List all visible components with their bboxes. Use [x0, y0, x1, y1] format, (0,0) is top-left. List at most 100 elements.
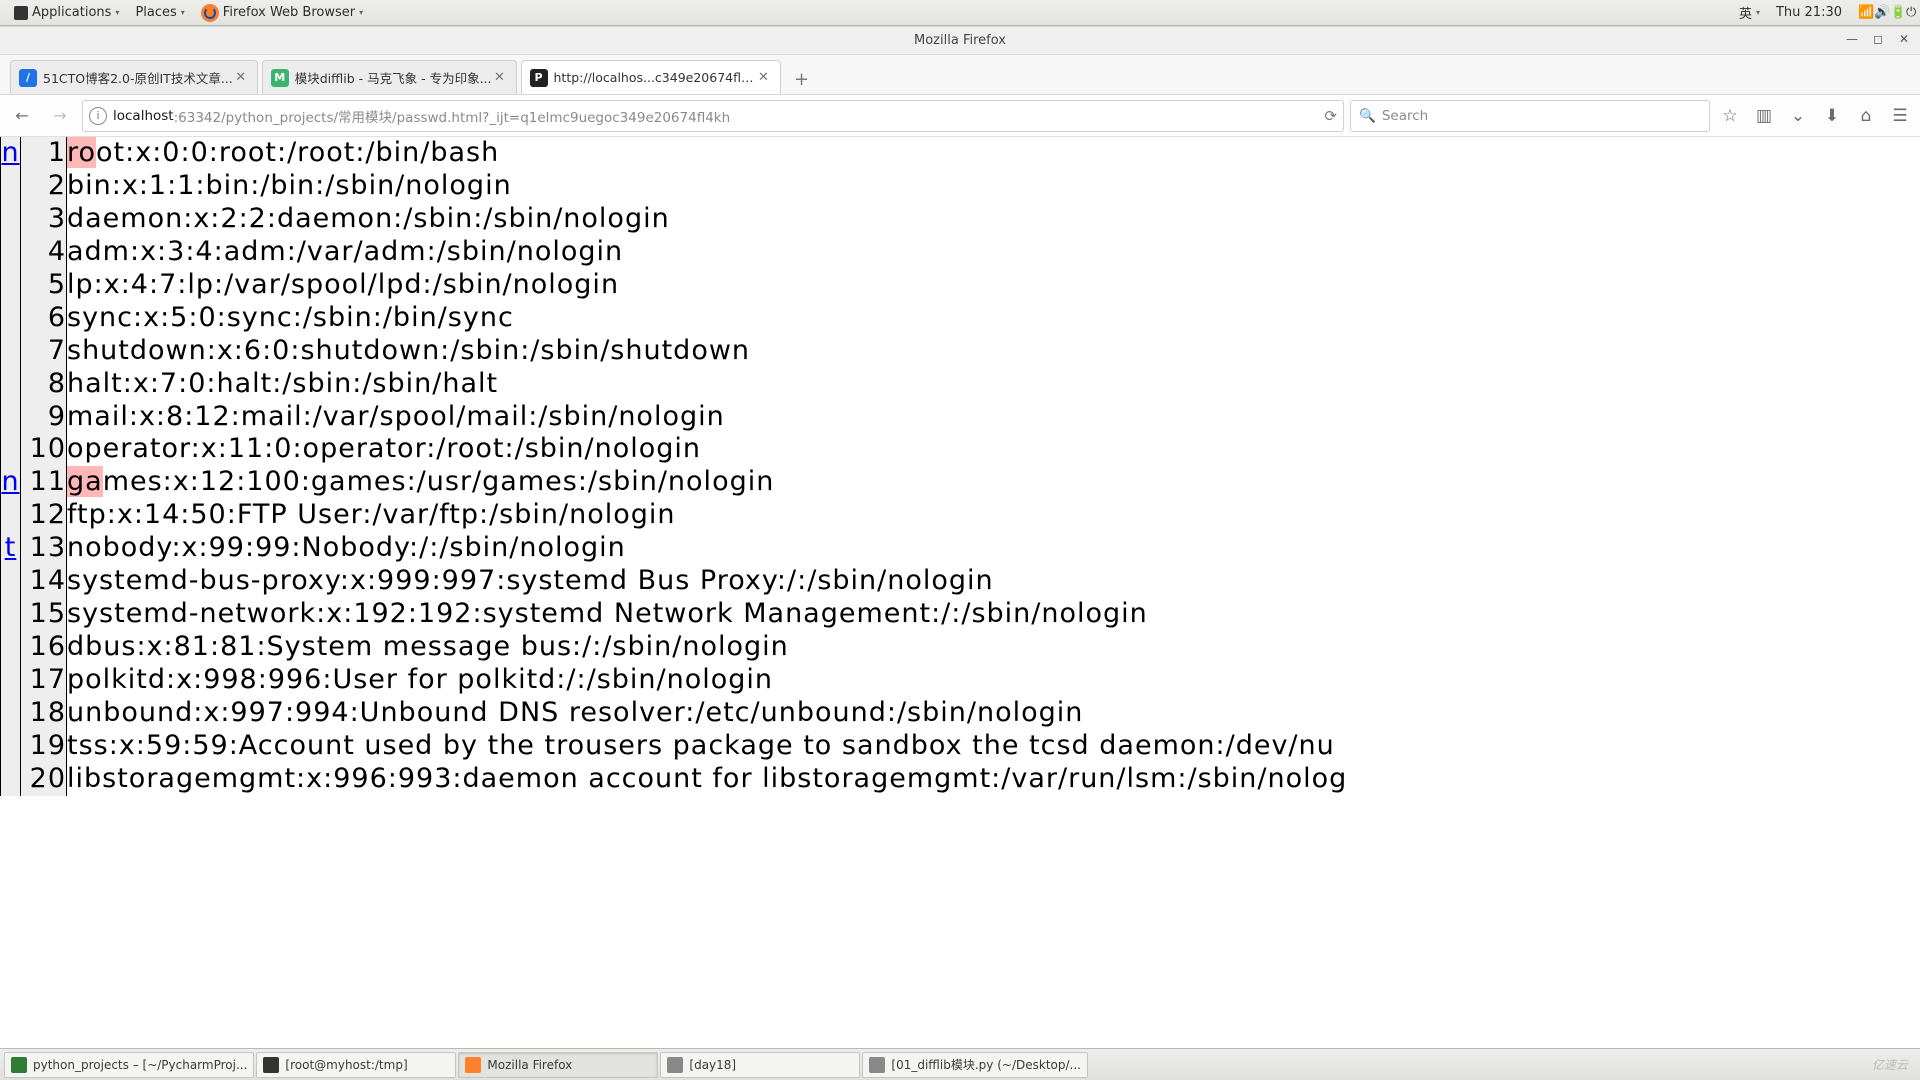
clock[interactable]: Thu 21:30 [1768, 0, 1850, 25]
diff-marker [1, 631, 21, 664]
input-method-indicator[interactable]: 英 ▾ [1731, 0, 1768, 25]
line-text: dbus:x:81:81:System message bus:/:/sbin/… [67, 631, 1920, 664]
back-button[interactable]: ← [6, 100, 38, 132]
reload-button[interactable]: ⟳ [1324, 107, 1337, 125]
line-text: operator:x:11:0:operator:/root:/sbin/nol… [67, 433, 1920, 466]
tab-label: http://localhos...c349e20674fl4kh [554, 70, 756, 85]
diff-nav-link[interactable]: n [1, 137, 19, 168]
diff-marker [1, 203, 21, 236]
task-icon [869, 1057, 885, 1073]
firefox-icon [201, 4, 219, 22]
diff-marker [1, 170, 21, 203]
library-button[interactable]: ▥ [1750, 102, 1778, 130]
battery-icon[interactable]: 🔋 [1882, 0, 1898, 25]
task-label: [01_difflib模块.py (~/Desktop/... [891, 1056, 1081, 1073]
chevron-down-icon: ▾ [359, 8, 363, 17]
line-number: 6 [21, 302, 67, 335]
places-menu[interactable]: Places ▾ [127, 0, 192, 25]
task-label: [root@myhost:/tmp] [285, 1058, 449, 1072]
diff-row: n1root:x:0:0:root:/root:/bin/bash [1, 137, 1920, 170]
tab-favicon: P [530, 69, 548, 87]
forward-button[interactable]: → [44, 100, 76, 132]
line-text: systemd-bus-proxy:x:999:997:systemd Bus … [67, 565, 1920, 598]
line-number: 20 [21, 763, 67, 796]
diff-marker [1, 598, 21, 631]
line-text: shutdown:x:6:0:shutdown:/sbin:/sbin/shut… [67, 335, 1920, 368]
diff-row: 5lp:x:4:7:lp:/var/spool/lpd:/sbin/nologi… [1, 269, 1920, 302]
line-text: mail:x:8:12:mail:/var/spool/mail:/sbin/n… [67, 401, 1920, 434]
url-path: :63342/python_projects/常用模块/passwd.html?… [174, 106, 731, 126]
taskbar-entry[interactable]: [day18] [660, 1052, 860, 1078]
diff-marker [1, 335, 21, 368]
url-bar[interactable]: i localhost:63342/python_projects/常用模块/p… [82, 100, 1344, 132]
line-number: 5 [21, 269, 67, 302]
diff-marker [1, 697, 21, 730]
line-text: tss:x:59:59:Account used by the trousers… [67, 730, 1920, 763]
diff-marker: n [1, 466, 21, 499]
search-placeholder: Search [1382, 108, 1428, 124]
browser-tab[interactable]: /51CTO博客2.0-原创IT技术文章...✕ [10, 60, 258, 94]
window-title: Mozilla Firefox [914, 33, 1006, 48]
taskbar-entry[interactable]: [root@myhost:/tmp] [256, 1052, 456, 1078]
line-text: systemd-network:x:192:192:systemd Networ… [67, 598, 1920, 631]
line-number: 15 [21, 598, 67, 631]
menu-button[interactable]: ☰ [1886, 102, 1914, 130]
line-number: 10 [21, 433, 67, 466]
activities-icon [14, 6, 28, 20]
tab-favicon: M [271, 69, 289, 87]
diff-marker [1, 763, 21, 796]
taskbar-entry[interactable]: [01_difflib模块.py (~/Desktop/... [862, 1052, 1088, 1078]
tab-close-button[interactable]: ✕ [492, 70, 508, 86]
site-info-icon[interactable]: i [89, 107, 107, 125]
downloads-button[interactable]: ⬇ [1818, 102, 1846, 130]
power-icon[interactable]: ⏻ [1898, 0, 1914, 25]
page-content[interactable]: n1root:x:0:0:root:/root:/bin/bash2bin:x:… [0, 137, 1920, 1048]
line-text: nobody:x:99:99:Nobody:/:/sbin/nologin [67, 532, 1920, 565]
bookmark-star-button[interactable]: ☆ [1716, 102, 1744, 130]
line-number: 1 [21, 137, 67, 170]
window-title-bar: Mozilla Firefox — ◻ ✕ [0, 27, 1920, 55]
line-text: root:x:0:0:root:/root:/bin/bash [67, 137, 1920, 170]
active-app-menu[interactable]: Firefox Web Browser ▾ [193, 0, 371, 25]
diff-nav-link[interactable]: n [1, 466, 19, 497]
line-text: halt:x:7:0:halt:/sbin:/sbin/halt [67, 368, 1920, 401]
applications-menu[interactable]: Applications ▾ [6, 0, 127, 25]
diff-row: 3daemon:x:2:2:daemon:/sbin:/sbin/nologin [1, 203, 1920, 236]
taskbar-entry[interactable]: python_projects – [~/PycharmProj... [4, 1052, 254, 1078]
line-text: bin:x:1:1:bin:/bin:/sbin/nologin [67, 170, 1920, 203]
task-label: python_projects – [~/PycharmProj... [33, 1058, 247, 1072]
line-number: 19 [21, 730, 67, 763]
browser-tab[interactable]: Phttp://localhos...c349e20674fl4kh✕ [521, 60, 781, 94]
browser-tab[interactable]: M 模块difflib - 马克飞象 - 专为印象...✕ [262, 60, 517, 94]
window-maximize-button[interactable]: ◻ [1868, 30, 1888, 48]
diff-row: 16dbus:x:81:81:System message bus:/:/sbi… [1, 631, 1920, 664]
diff-marker [1, 499, 21, 532]
line-number: 14 [21, 565, 67, 598]
clock-label: Thu 21:30 [1776, 5, 1842, 20]
diff-nav-link[interactable]: t [5, 532, 17, 563]
new-tab-button[interactable]: + [785, 64, 819, 94]
diff-marker [1, 302, 21, 335]
url-host: localhost [113, 108, 174, 124]
diff-row: 15systemd-network:x:192:192:systemd Netw… [1, 598, 1920, 631]
tab-close-button[interactable]: ✕ [756, 70, 772, 86]
tab-label: 模块difflib - 马克飞象 - 专为印象... [295, 68, 492, 87]
window-minimize-button[interactable]: — [1842, 30, 1862, 48]
pocket-button[interactable]: ⌄ [1784, 102, 1812, 130]
line-number: 4 [21, 236, 67, 269]
line-number: 3 [21, 203, 67, 236]
search-bar[interactable]: 🔍 Search [1350, 100, 1710, 132]
diff-marker [1, 565, 21, 598]
volume-icon[interactable]: 🔊 [1866, 0, 1882, 25]
home-button[interactable]: ⌂ [1852, 102, 1880, 130]
diff-row: 9mail:x:8:12:mail:/var/spool/mail:/sbin/… [1, 401, 1920, 434]
window-close-button[interactable]: ✕ [1894, 30, 1914, 48]
tab-favicon: / [19, 69, 37, 87]
taskbar-entry[interactable]: Mozilla Firefox [458, 1052, 658, 1078]
diff-marker [1, 401, 21, 434]
diff-row: 8halt:x:7:0:halt:/sbin:/sbin/halt [1, 368, 1920, 401]
line-text: polkitd:x:998:996:User for polkitd:/:/sb… [67, 664, 1920, 697]
task-icon [667, 1057, 683, 1073]
network-icon[interactable]: 📶 [1850, 0, 1866, 25]
tab-close-button[interactable]: ✕ [233, 70, 249, 86]
